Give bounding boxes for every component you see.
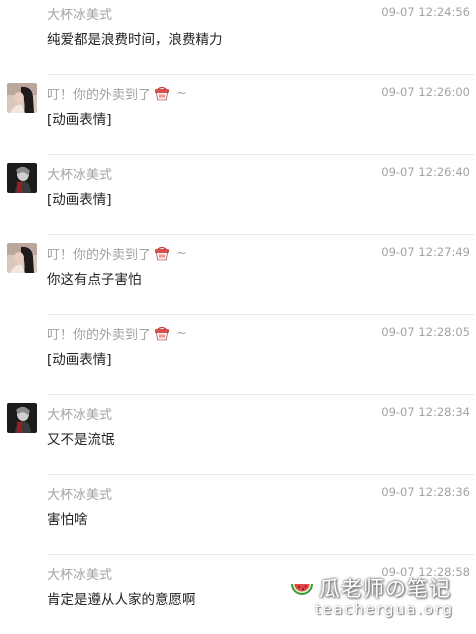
avatar[interactable]	[7, 83, 37, 113]
avatar[interactable]	[7, 163, 37, 193]
sender-name: 大杯冰美式	[47, 404, 112, 423]
message-item[interactable]: 大杯冰美式 09-07 12:28:36 害怕啥	[0, 474, 476, 554]
sender-name: 叮！你的外卖到了 ~	[47, 84, 187, 103]
message-content: 害怕啥	[47, 512, 88, 528]
watermark-title: 瓜老师の笔记	[319, 577, 451, 601]
avatar[interactable]	[7, 243, 37, 273]
message-divider	[47, 554, 474, 555]
message-divider	[47, 234, 474, 235]
message-item[interactable]: 大杯冰美式 09-07 12:28:34 又不是流氓	[0, 394, 476, 474]
message-content: [动画表情]	[47, 192, 112, 208]
message-divider	[47, 154, 474, 155]
sender-name: 大杯冰美式	[47, 164, 112, 183]
message-timestamp: 09-07 12:27:49	[381, 245, 470, 259]
message-content: [动画表情]	[47, 352, 112, 368]
sender-name: 叮！你的外卖到了 ~	[47, 324, 187, 343]
sender-name-suffix: ~	[176, 246, 187, 261]
watermelon-icon	[291, 584, 313, 595]
takeout-box-emoji-icon	[154, 86, 170, 101]
message-timestamp: 09-07 12:28:05	[381, 325, 470, 339]
watermark: 瓜老师の笔记 teachergua.org	[289, 572, 469, 620]
sender-name-text: 叮！你的外卖到了	[47, 88, 152, 103]
message-content: 又不是流氓	[47, 432, 115, 448]
message-timestamp: 09-07 12:28:34	[381, 405, 470, 419]
sender-name-suffix: ~	[176, 86, 187, 101]
message-item[interactable]: 大杯冰美式 09-07 12:24:56 纯爱都是浪费时间，浪费精力	[0, 0, 476, 74]
sender-name-text: 大杯冰美式	[47, 168, 113, 183]
sender-name-text: 大杯冰美式	[47, 568, 113, 583]
sender-name: 叮！你的外卖到了 ~	[47, 244, 187, 263]
message-item[interactable]: 叮！你的外卖到了 ~09-07 12:27:49 你这有点子害怕	[0, 234, 476, 314]
message-content: 纯爱都是浪费时间，浪费精力	[47, 32, 223, 48]
sender-name: 大杯冰美式	[47, 484, 112, 503]
sender-name-text: 叮！你的外卖到了	[47, 328, 152, 343]
sender-name-suffix: ~	[176, 326, 187, 341]
message-divider	[47, 394, 474, 395]
message-timestamp: 09-07 12:26:40	[381, 165, 470, 179]
sender-name: 大杯冰美式	[47, 564, 112, 583]
message-item[interactable]: 大杯冰美式 09-07 12:26:40 [动画表情]	[0, 154, 476, 234]
message-timestamp: 09-07 12:24:56	[381, 5, 470, 19]
sender-name-text: 大杯冰美式	[47, 408, 113, 423]
message-timestamp: 09-07 12:28:36	[381, 485, 470, 499]
watermark-url: teachergua.org	[315, 602, 454, 618]
avatar[interactable]	[7, 403, 37, 433]
takeout-box-emoji-icon	[154, 326, 170, 341]
sender-name-text: 叮！你的外卖到了	[47, 248, 152, 263]
message-timestamp: 09-07 12:26:00	[381, 85, 470, 99]
sender-name-text: 大杯冰美式	[47, 8, 113, 23]
message-item[interactable]: 叮！你的外卖到了 ~09-07 12:28:05 [动画表情]	[0, 314, 476, 394]
message-divider	[47, 314, 474, 315]
message-content: 你这有点子害怕	[47, 272, 142, 288]
sender-name: 大杯冰美式	[47, 4, 112, 23]
message-divider	[47, 74, 474, 75]
message-divider	[47, 474, 474, 475]
message-content: 肯定是遵从人家的意愿啊	[47, 592, 196, 608]
sender-name-text: 大杯冰美式	[47, 488, 113, 503]
message-item[interactable]: 叮！你的外卖到了 ~09-07 12:26:00 [动画表情]	[0, 74, 476, 154]
message-content: [动画表情]	[47, 112, 112, 128]
takeout-box-emoji-icon	[154, 246, 170, 261]
